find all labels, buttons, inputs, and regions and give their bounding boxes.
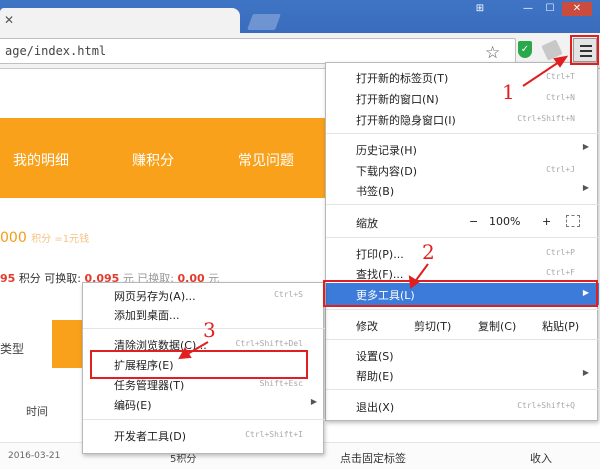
points-summary: 000 积分 =1元钱	[0, 230, 89, 246]
submenu-arrow-icon: ▶	[582, 142, 589, 151]
menu-print[interactable]: 打印(P)... Ctrl+P	[326, 243, 599, 263]
close-tab-icon[interactable]: ✕	[4, 13, 18, 27]
annotation-step-2: 2	[422, 240, 435, 264]
menu-shortcut: Ctrl+Shift+Del	[235, 339, 303, 348]
menu-shortcut: Ctrl+N	[546, 93, 575, 102]
address-bar[interactable]: age/index.html ☆	[0, 38, 516, 64]
menu-new-tab[interactable]: 打开新的标签页(T) Ctrl+T	[326, 67, 599, 87]
annotation-box-extensions	[90, 350, 308, 379]
zoom-level: 100%	[489, 215, 521, 228]
row-income: 收入	[530, 452, 552, 465]
points-rate: 积分 =1元钱	[31, 234, 90, 245]
bookmark-star-icon[interactable]: ☆	[485, 43, 500, 63]
menu-item-label: 打开新的隐身窗口(I)	[356, 114, 456, 127]
points-count: 95	[0, 272, 16, 285]
menu-item-label: 打开新的标签页(T)	[356, 72, 449, 85]
menu-shortcut: Ctrl+J	[546, 165, 575, 174]
submenu-item-label: 添加到桌面...	[114, 309, 180, 322]
cut-button[interactable]: 剪切(T)	[414, 318, 451, 334]
paste-button[interactable]: 粘贴(P)	[542, 318, 579, 334]
menu-edit: 修改 剪切(T) 复制(C) 粘贴(P)	[326, 315, 599, 335]
zoom-out-button[interactable]: −	[469, 215, 478, 228]
copy-button[interactable]: 复制(C)	[478, 318, 516, 334]
submenu-item-label: 编码(E)	[114, 399, 152, 412]
menu-history[interactable]: 历史记录(H) ▶	[326, 139, 599, 159]
submenu-arrow-icon: ▶	[582, 183, 589, 192]
menu-item-label: 设置(S)	[356, 350, 394, 363]
menu-settings[interactable]: 设置(S)	[326, 345, 599, 365]
annotation-box-more-tools	[323, 280, 598, 307]
menu-shortcut: Ctrl+Shift+Q	[517, 401, 575, 410]
menu-item-label: 书签(B)	[356, 185, 395, 198]
menu-exit[interactable]: 退出(X) Ctrl+Shift+Q	[326, 396, 599, 416]
nav-faq[interactable]: 常见问题	[238, 150, 294, 170]
menu-bookmarks[interactable]: 书签(B) ▶	[326, 180, 599, 200]
submenu-dev-tools[interactable]: 开发者工具(D) Ctrl+Shift+I	[83, 426, 325, 445]
menu-item-label: 打印(P)...	[356, 248, 404, 261]
points-value: 000	[0, 230, 27, 246]
submenu-encoding[interactable]: 编码(E) ▶	[83, 395, 325, 414]
browser-tab[interactable]: ✕	[0, 8, 240, 33]
maximize-icon[interactable]: ☐	[540, 2, 560, 16]
menu-item-label: 修改	[356, 320, 378, 333]
nav-earn-points[interactable]: 赚积分	[132, 150, 174, 170]
shield-extension-icon[interactable]: ✓	[518, 41, 532, 58]
new-tab-button[interactable]	[247, 14, 281, 30]
menu-divider	[326, 339, 599, 340]
submenu-item-label: 开发者工具(D)	[114, 430, 187, 443]
submenu-item-label: 任务管理器(T)	[114, 379, 185, 392]
menu-shortcut: Ctrl+S	[274, 290, 303, 299]
user-icon[interactable]: ⊞	[470, 2, 490, 16]
menu-item-label: 缩放	[356, 217, 378, 230]
menu-shortcut: Ctrl+Shift+N	[517, 114, 575, 123]
menu-zoom: 缩放 − 100% +	[326, 212, 599, 232]
menu-divider	[83, 419, 325, 420]
window-close-icon[interactable]: ✕	[562, 2, 592, 16]
fullscreen-icon[interactable]	[566, 215, 580, 227]
exchange-label: 积分 可换取:	[18, 272, 82, 285]
submenu-save-page[interactable]: 网页另存为(A)... Ctrl+S	[83, 286, 325, 305]
time-column-header: 时间	[26, 405, 48, 418]
menu-shortcut: Shift+Esc	[259, 379, 303, 388]
submenu-item-label: 网页另存为(A)...	[114, 290, 196, 303]
submenu-arrow-icon: ▶	[582, 368, 589, 377]
menu-item-label: 下载内容(D)	[356, 165, 418, 178]
menu-new-incognito[interactable]: 打开新的隐身窗口(I) Ctrl+Shift+N	[326, 109, 599, 129]
menu-downloads[interactable]: 下载内容(D) Ctrl+J	[326, 160, 599, 180]
pin-tab-text: 点击固定标签	[340, 452, 406, 465]
menu-shortcut: Ctrl+F	[546, 268, 575, 277]
menu-new-window[interactable]: 打开新的窗口(N) Ctrl+N	[326, 88, 599, 108]
annotation-box-menu-button	[570, 35, 599, 65]
menu-item-label: 退出(X)	[356, 401, 395, 414]
window-controls: ⊞ — ☐ ✕	[470, 2, 592, 16]
type-label: 类型	[0, 342, 25, 356]
submenu-arrow-icon: ▶	[310, 397, 317, 406]
menu-shortcut: Ctrl+P	[546, 248, 575, 257]
row-date: 2016-03-21	[8, 451, 61, 461]
menu-divider	[326, 389, 599, 390]
menu-help[interactable]: 帮助(E) ▶	[326, 365, 599, 385]
menu-item-label: 打开新的窗口(N)	[356, 93, 439, 106]
chrome-main-menu: 打开新的标签页(T) Ctrl+T 打开新的窗口(N) Ctrl+N 打开新的隐…	[325, 62, 599, 421]
menu-item-label: 历史记录(H)	[356, 144, 417, 157]
annotation-step-1: 1	[502, 80, 515, 104]
annotation-step-3: 3	[203, 318, 216, 342]
menu-shortcut: Ctrl+Shift+I	[245, 430, 303, 439]
url-text: age/index.html	[5, 44, 107, 58]
minimize-icon[interactable]: —	[518, 2, 538, 16]
menu-shortcut: Ctrl+T	[546, 72, 575, 81]
menu-divider	[326, 133, 599, 134]
menu-divider	[326, 204, 599, 205]
menu-item-label: 帮助(E)	[356, 370, 394, 383]
menu-divider	[326, 309, 599, 310]
nav-my-details[interactable]: 我的明细	[13, 150, 69, 170]
menu-divider	[326, 237, 599, 238]
zoom-in-button[interactable]: +	[542, 215, 551, 228]
tab-strip: ✕ ⊞ — ☐ ✕	[0, 0, 600, 33]
